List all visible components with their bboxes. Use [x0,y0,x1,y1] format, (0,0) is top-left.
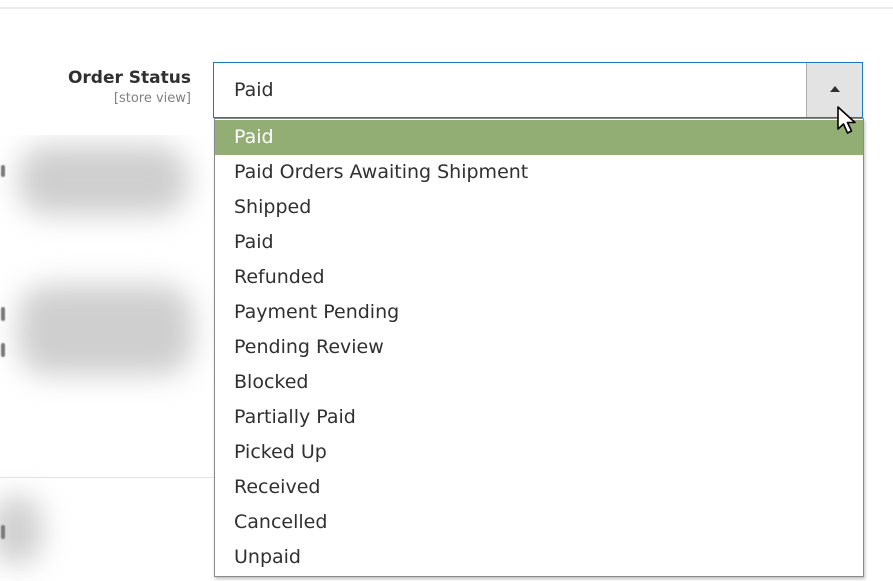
option-refunded[interactable]: Refunded [215,260,863,295]
selected-value: Paid [234,79,274,101]
triangle-up-icon [830,86,840,92]
order-status-select[interactable]: Paid [213,62,863,118]
option-unpaid[interactable]: Unpaid [215,540,863,575]
option-paid-2[interactable]: Paid [215,225,863,260]
option-partially-paid[interactable]: Partially Paid [215,400,863,435]
option-received[interactable]: Received [215,470,863,505]
option-pending-review[interactable]: Pending Review [215,330,863,365]
order-status-label-group: Order Status [store view] [68,66,191,108]
mouse-pointer-icon [837,106,856,134]
scope-label: [store view] [113,91,191,106]
option-shipped[interactable]: Shipped [215,190,863,225]
option-cancelled[interactable]: Cancelled [215,505,863,540]
option-paid[interactable]: Paid [215,120,863,155]
option-paid-orders-awaiting-shipment[interactable]: Paid Orders Awaiting Shipment [215,155,863,190]
order-status-label: Order Status [67,68,191,88]
option-picked-up[interactable]: Picked Up [215,435,863,470]
option-payment-pending[interactable]: Payment Pending [215,295,863,330]
top-divider [0,7,893,9]
option-blocked[interactable]: Blocked [215,365,863,400]
order-status-dropdown-list[interactable]: Paid Paid Orders Awaiting Shipment Shipp… [214,118,864,577]
section-divider [0,477,214,478]
blurred-background-content [0,135,214,581]
